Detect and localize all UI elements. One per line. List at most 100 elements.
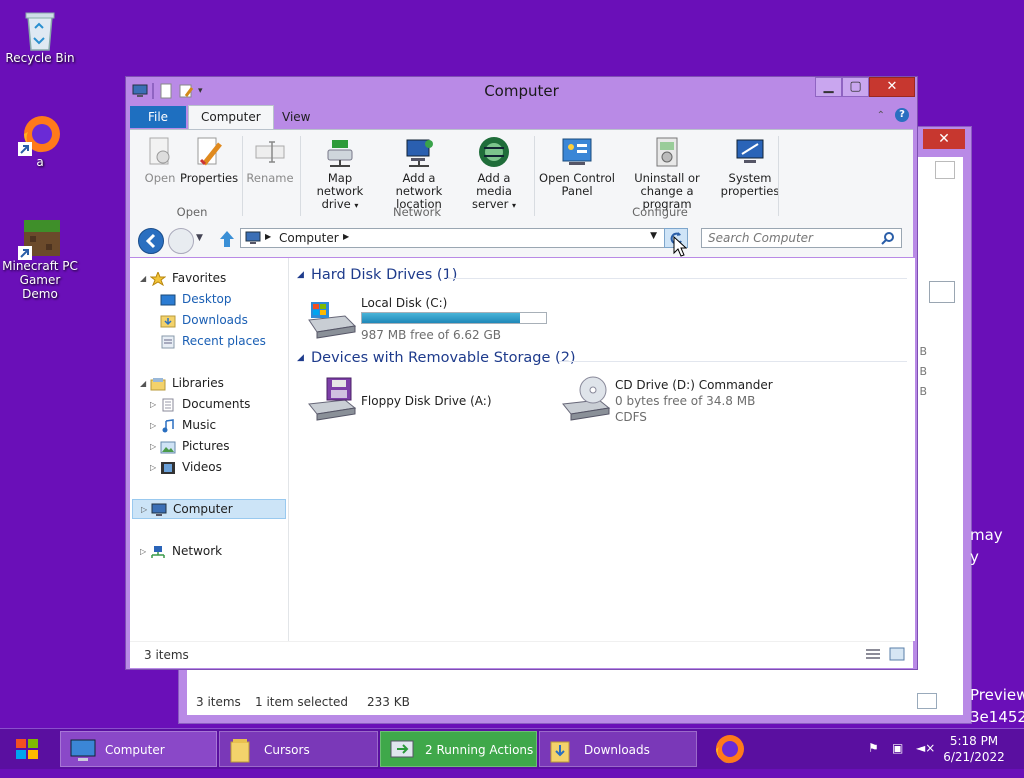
help-icon[interactable] (935, 161, 955, 179)
expand-arrow-icon[interactable]: ▷ (150, 437, 160, 457)
nav-documents[interactable]: ▷ Documents (150, 394, 250, 414)
tab-computer[interactable]: Computer (188, 105, 274, 130)
taskbar-item-firefox[interactable] (712, 731, 752, 767)
expand-arrow-icon[interactable]: ▷ (140, 542, 150, 562)
ribbon: Open Properties Rename Open Map network … (130, 129, 913, 223)
expand-arrow-icon[interactable]: ◢ (140, 269, 150, 289)
taskbar-item-downloads[interactable]: Downloads (539, 731, 697, 767)
nav-favorites-label: Favorites (172, 271, 227, 285)
clock-date: 6/21/2022 (943, 750, 1005, 764)
minimize-ribbon-icon[interactable]: ⌃ (877, 110, 885, 121)
nav-recent-places[interactable]: Recent places (160, 331, 266, 351)
chevron-down-icon[interactable]: ▼ (650, 231, 657, 241)
expand-arrow-icon[interactable]: ▷ (141, 501, 151, 519)
volume-muted-icon[interactable]: ◄× (916, 741, 935, 755)
control-panel-icon (561, 136, 593, 168)
status-item-count: 3 items (196, 695, 241, 709)
minimize-button[interactable]: ▁ (815, 77, 842, 97)
start-button[interactable] (6, 731, 50, 767)
add-media-server-button[interactable]: Add a media server ▾ (460, 136, 528, 212)
desktop-icon-minecraft[interactable]: Minecraft PC Gamer Demo (0, 216, 80, 301)
cd-drive-item[interactable] (559, 376, 613, 422)
network-location-icon (403, 136, 435, 168)
nav-music[interactable]: ▷ Music (150, 415, 216, 435)
close-button[interactable]: ✕ (923, 129, 965, 149)
add-network-location-button[interactable]: Add a network location (380, 136, 458, 211)
group-label-open: Open (176, 205, 208, 219)
search-icon[interactable] (881, 231, 895, 250)
open-button[interactable]: Open (142, 136, 178, 185)
overflow-text: y (970, 548, 979, 566)
back-button[interactable] (138, 228, 164, 254)
section-header-removable[interactable]: Devices with Removable Storage (2) (311, 350, 576, 366)
large-icons-view-icon[interactable] (889, 647, 905, 664)
overflow-text: 3e1452 (970, 708, 1024, 726)
nav-videos[interactable]: ▷ Videos (150, 457, 222, 477)
network-icon (150, 545, 166, 559)
floppy-drive-icon (308, 377, 357, 421)
content-pane: ◢ Hard Disk Drives (1) Local Disk (C:) 9… (289, 258, 915, 641)
downloads-folder-icon (548, 736, 576, 764)
title-bar[interactable]: ▾ Computer ▁ ▢ ✕ (126, 77, 917, 105)
uninstall-program-button[interactable]: Uninstall or change a program (618, 136, 716, 211)
taskbar-item-running-actions[interactable]: 2 Running Actions (380, 731, 537, 767)
floppy-drive-item[interactable] (305, 376, 359, 422)
desktop-icon-label: Minecraft PC Gamer Demo (2, 259, 78, 301)
nav-network[interactable]: ▷ Network (140, 541, 222, 561)
details-view-icon[interactable] (865, 648, 881, 663)
maximize-button[interactable]: ▢ (842, 77, 869, 97)
nav-computer[interactable]: ▷ Computer (132, 499, 286, 519)
tab-view[interactable]: View (270, 106, 322, 128)
nav-desktop[interactable]: Desktop (160, 289, 232, 309)
nav-libraries[interactable]: ◢ Libraries (140, 373, 224, 393)
help-icon[interactable]: ? (895, 108, 909, 122)
nav-pictures[interactable]: ▷ Pictures (150, 436, 230, 456)
local-disk-name[interactable]: Local Disk (C:) (361, 296, 447, 310)
breadcrumb[interactable]: Computer (279, 231, 339, 245)
search-icon[interactable] (929, 281, 955, 303)
section-header-hdd[interactable]: Hard Disk Drives (1) (311, 267, 457, 283)
properties-button[interactable]: Properties (180, 136, 238, 185)
tab-file[interactable]: File (130, 106, 186, 128)
system-clock[interactable]: 5:18 PM 6/21/2022 (940, 733, 1008, 765)
forward-button[interactable] (168, 228, 194, 254)
properties-icon (192, 136, 224, 168)
local-disk-item[interactable] (305, 298, 359, 340)
chevron-right-icon[interactable]: ▶ (265, 232, 271, 241)
rename-button[interactable]: Rename (246, 136, 294, 185)
details-view-icon[interactable] (917, 693, 937, 709)
chevron-right-icon[interactable]: ▶ (343, 232, 349, 241)
cd-drive-name[interactable]: CD Drive (D:) Commander (615, 378, 773, 392)
open-icon (144, 136, 176, 168)
recent-pages-chevron-icon[interactable]: ▼ (196, 233, 203, 243)
up-button[interactable] (218, 229, 236, 252)
expand-arrow-icon[interactable]: ▷ (150, 416, 160, 436)
status-bar: 3 items (130, 641, 913, 668)
action-center-flag-icon[interactable]: ⚑ (868, 741, 879, 755)
floppy-drive-name[interactable]: Floppy Disk Drive (A:) (361, 394, 492, 408)
close-button[interactable]: ✕ (869, 77, 915, 97)
nav-favorites[interactable]: ◢ Favorites (140, 268, 226, 288)
collapse-arrow-icon[interactable]: ◢ (297, 353, 304, 363)
network-status-icon[interactable]: ▣ (892, 741, 903, 755)
ribbon-tabs: File Computer View ⌃ ? (130, 105, 913, 130)
local-disk-usage-bar (361, 312, 547, 324)
desktop-icon-recycle-bin[interactable]: Recycle Bin (0, 8, 80, 65)
taskbar: Computer Cursors 2 Running Actions Downl… (0, 728, 1024, 769)
address-bar[interactable]: ▶ Computer ▶ ▼ (240, 228, 688, 248)
explorer-window[interactable]: ▾ Computer ▁ ▢ ✕ File Computer View ⌃ ? … (125, 76, 918, 670)
map-network-drive-button[interactable]: Map network drive ▾ (304, 136, 376, 212)
open-control-panel-button[interactable]: Open Control Panel (538, 136, 616, 198)
search-input[interactable]: Search Computer (701, 228, 902, 248)
collapse-arrow-icon[interactable]: ◢ (297, 270, 304, 280)
taskbar-item-computer[interactable]: Computer (60, 731, 217, 767)
desktop-icon-firefox[interactable]: a (0, 112, 80, 169)
taskbar-item-label: Downloads (584, 743, 650, 757)
system-properties-button[interactable]: System properties (718, 136, 782, 198)
expand-arrow-icon[interactable]: ▷ (150, 458, 160, 478)
expand-arrow-icon[interactable]: ◢ (140, 374, 150, 394)
search-placeholder: Search Computer (708, 231, 813, 245)
taskbar-item-cursors[interactable]: Cursors (219, 731, 378, 767)
expand-arrow-icon[interactable]: ▷ (150, 395, 160, 415)
nav-downloads[interactable]: Downloads (160, 310, 248, 330)
